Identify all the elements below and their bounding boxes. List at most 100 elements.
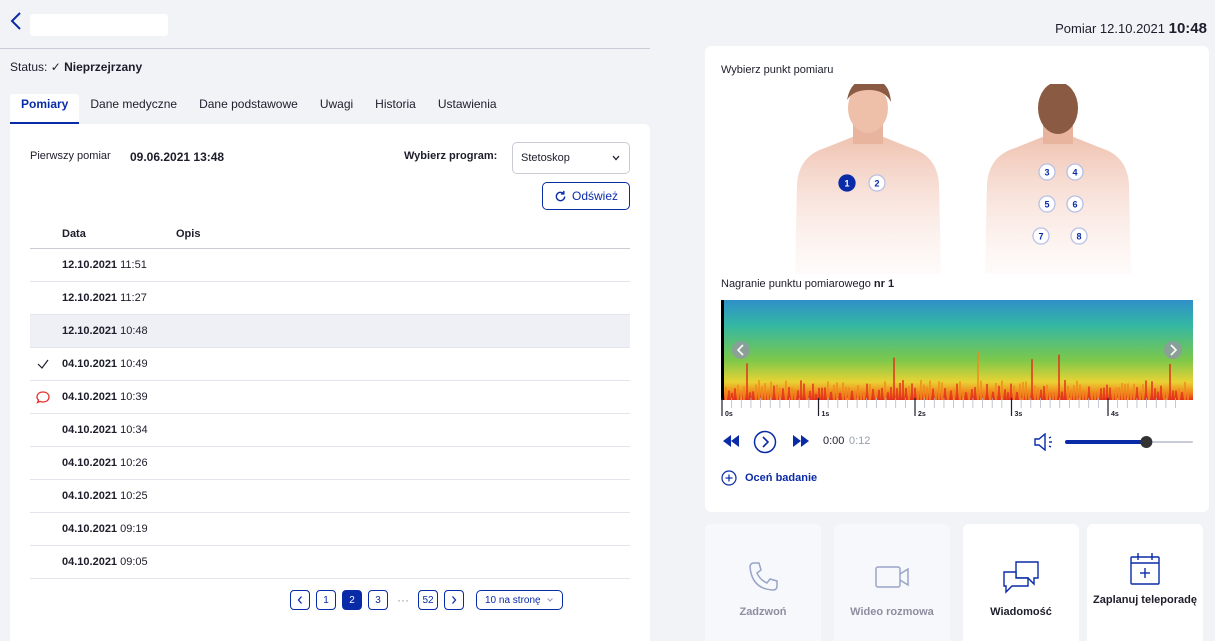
measurement-point-2[interactable]: 2 xyxy=(868,174,886,192)
call-button[interactable]: Zadzwoń xyxy=(705,524,821,641)
measurement-point-label: 5 xyxy=(1044,200,1049,210)
table-row[interactable]: 04.10.2021 09:05 xyxy=(30,546,630,579)
refresh-icon xyxy=(555,190,566,201)
volume-icon[interactable] xyxy=(1033,433,1057,451)
fast-forward-icon[interactable] xyxy=(791,433,811,449)
table-row[interactable]: 12.10.2021 11:27 xyxy=(30,282,630,315)
tab-dane-podstawowe[interactable]: Dane podstawowe xyxy=(188,94,309,124)
measurement-point-4[interactable]: 4 xyxy=(1066,163,1084,181)
table-row[interactable]: 04.10.2021 10:34 xyxy=(30,414,630,447)
row-datetime: 04.10.2021 10:25 xyxy=(62,490,148,502)
status-value: Nieprzejrzany xyxy=(64,60,143,74)
spectrogram-peak xyxy=(1064,380,1066,400)
chevron-right-icon xyxy=(452,596,457,604)
measurements-table: 12.10.2021 11:51 12.10.2021 11:27 12.10.20… xyxy=(30,249,630,579)
table-row[interactable]: 04.10.2021 10:49 xyxy=(30,348,630,381)
measurement-point-3[interactable]: 3 xyxy=(1038,163,1056,181)
tab-dane-medyczne[interactable]: Dane medyczne xyxy=(79,94,188,124)
measurement-point-6[interactable]: 6 xyxy=(1066,195,1084,213)
pagination: 1 2 3 ··· 52 10 na stronę xyxy=(290,590,563,610)
row-time: 10:48 xyxy=(120,325,148,337)
measurement-point-1[interactable]: 1 xyxy=(838,174,856,192)
tab-ustawienia[interactable]: Ustawienia xyxy=(427,94,508,124)
row-datetime: 04.10.2021 10:34 xyxy=(62,424,148,436)
page-button-active[interactable]: 2 xyxy=(342,590,362,610)
measurement-point-label: 7 xyxy=(1038,232,1043,242)
last-page-button[interactable]: 52 xyxy=(418,590,438,610)
column-header-date[interactable]: Data xyxy=(62,228,86,240)
body-diagram: 1 2 3 4 5 6 7 8 xyxy=(795,84,1131,274)
page-button[interactable]: 1 xyxy=(316,590,336,610)
measurement-point-7[interactable]: 7 xyxy=(1032,227,1050,245)
refresh-button[interactable]: Odśwież xyxy=(542,182,630,210)
row-time: 10:39 xyxy=(120,391,148,403)
spectrogram[interactable] xyxy=(721,300,1193,400)
program-select-value: Stetoskop xyxy=(521,152,570,164)
row-date: 12.10.2021 xyxy=(62,259,118,271)
back-arrow-icon[interactable] xyxy=(6,10,26,32)
call-label: Zadzwoń xyxy=(739,606,787,618)
measurement-point-label: 4 xyxy=(1072,168,1077,178)
table-row[interactable]: 04.10.2021 10:25 xyxy=(30,480,630,513)
prev-page-button[interactable] xyxy=(290,590,310,610)
rewind-icon[interactable] xyxy=(721,433,741,449)
row-datetime: 12.10.2021 11:51 xyxy=(62,259,147,271)
tab-historia[interactable]: Historia xyxy=(364,94,427,124)
row-date: 04.10.2021 xyxy=(62,358,118,370)
timeline: 0s 1s 2s 3s 4s xyxy=(721,398,1176,418)
rate-button[interactable]: Oceń badanie xyxy=(721,470,817,486)
row-time: 10:34 xyxy=(120,424,148,436)
measurement-point-8[interactable]: 8 xyxy=(1070,227,1088,245)
tab-uwagi[interactable]: Uwagi xyxy=(309,94,364,124)
schedule-label: Zaplanuj teleporadę xyxy=(1093,594,1197,606)
volume-knob[interactable] xyxy=(1140,436,1153,448)
timeline-label: 3s xyxy=(1015,411,1023,418)
measurement-point-5[interactable]: 5 xyxy=(1038,195,1056,213)
measurement-datetime: Pomiar 12.10.2021 10:48 xyxy=(1055,20,1207,37)
row-date: 04.10.2021 xyxy=(62,457,118,469)
phone-icon xyxy=(749,562,778,591)
row-time: 10:25 xyxy=(120,490,148,502)
play-icon[interactable] xyxy=(753,430,777,454)
row-time: 11:51 xyxy=(120,259,147,271)
check-icon: ✓ xyxy=(50,60,61,74)
recording-point: nr 1 xyxy=(873,278,895,290)
audio-player: 0:00 0:12 xyxy=(721,430,1193,454)
column-header-description[interactable]: Opis xyxy=(176,228,200,240)
spectrogram-prev-button[interactable] xyxy=(732,341,750,359)
per-page-select[interactable]: 10 na stronę xyxy=(476,590,563,610)
next-page-button[interactable] xyxy=(444,590,464,610)
measurement-point-label: 1 xyxy=(844,179,849,189)
timeline-label: 4s xyxy=(1111,411,1119,418)
tab-pomiary[interactable]: Pomiary xyxy=(10,94,80,124)
schedule-teleconsult-button[interactable]: Zaplanuj teleporadę xyxy=(1087,524,1203,641)
calendar-plus-icon xyxy=(1130,553,1160,585)
row-date: 04.10.2021 xyxy=(62,523,118,535)
row-datetime: 04.10.2021 10:39 xyxy=(62,391,148,403)
spectrogram-next-button[interactable] xyxy=(1164,341,1182,359)
row-time: 10:49 xyxy=(120,358,148,370)
video-icon xyxy=(875,566,909,588)
table-row[interactable]: 04.10.2021 09:19 xyxy=(30,513,630,546)
message-button[interactable]: Wiadomość xyxy=(963,524,1079,641)
page-button[interactable]: 3 xyxy=(368,590,388,610)
table-row[interactable]: 04.10.2021 10:39 xyxy=(30,381,630,414)
back-body-figure xyxy=(985,84,1131,274)
row-datetime: 04.10.2021 10:26 xyxy=(62,457,148,469)
table-row[interactable]: 12.10.2021 10:48 xyxy=(30,315,630,348)
row-datetime: 12.10.2021 11:27 xyxy=(62,292,147,304)
spectrogram-peak xyxy=(893,357,895,400)
measurements-panel: Pierwszy pomiar 09.06.2021 13:48 Wybierz… xyxy=(10,124,650,641)
timeline-label: 0s xyxy=(725,411,733,418)
message-label: Wiadomość xyxy=(990,606,1052,618)
table-row[interactable]: 12.10.2021 11:51 xyxy=(30,249,630,282)
table-row[interactable]: 04.10.2021 10:26 xyxy=(30,447,630,480)
video-call-button[interactable]: Wideo rozmowa xyxy=(834,524,950,641)
refresh-label: Odśwież xyxy=(571,189,618,203)
choose-point-label: Wybierz punkt pomiaru xyxy=(721,64,834,76)
recording-label-text: Nagranie punktu pomiarowego xyxy=(721,278,871,290)
program-select[interactable]: Stetoskop xyxy=(512,142,630,174)
message-icon xyxy=(1003,561,1039,594)
volume-slider[interactable] xyxy=(1065,434,1195,450)
measurement-point-label: 6 xyxy=(1072,200,1077,210)
